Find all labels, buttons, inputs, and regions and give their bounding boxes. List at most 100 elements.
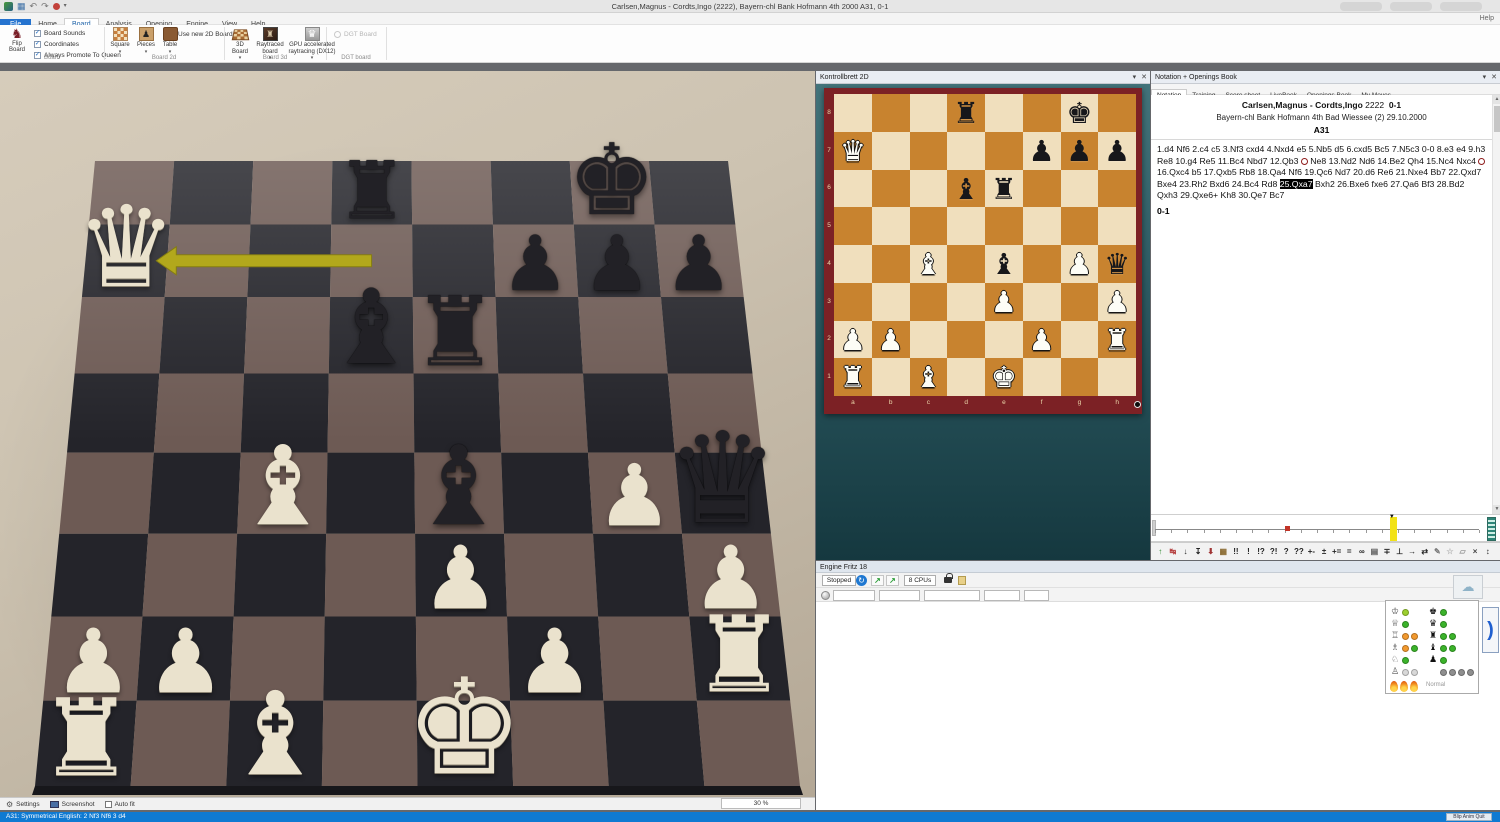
- engine-input-2[interactable]: [879, 590, 920, 601]
- square-g3[interactable]: [1061, 283, 1099, 321]
- move-27.Qa6[interactable]: 27.Qa6: [1390, 179, 1419, 189]
- square-d2[interactable]: [947, 321, 985, 359]
- square-f1[interactable]: [1023, 358, 1061, 396]
- square-g5[interactable]: [1061, 207, 1099, 245]
- annotation-symbol-=[interactable]: =: [1343, 547, 1356, 556]
- annotation-symbol-?![interactable]: ?!: [1267, 547, 1280, 556]
- annotation-symbol-+=[interactable]: +=: [1330, 547, 1343, 556]
- move-14.Be2[interactable]: 14.Be2: [1377, 156, 1405, 166]
- move-24.Bc4[interactable]: 24.Bc4: [1232, 179, 1259, 189]
- toolbar-item-settings[interactable]: ⚙Settings: [6, 800, 40, 809]
- square-h3[interactable]: [1098, 283, 1136, 321]
- move-Nxc4[interactable]: Nxc4: [1456, 156, 1476, 166]
- move-26.Bxe6[interactable]: 26.Bxe6: [1337, 179, 1369, 189]
- notation-content[interactable]: Carlsen,Magnus - Cordts,Ingo 2222 0-1 Ba…: [1151, 95, 1492, 514]
- square-a2[interactable]: [834, 321, 872, 359]
- move-Nf6[interactable]: Nf6: [1288, 167, 1302, 177]
- annotation-symbol-??[interactable]: ??: [1293, 547, 1306, 556]
- lock-icon[interactable]: [944, 577, 952, 583]
- annotation-symbol-↓[interactable]: ↓: [1179, 547, 1192, 556]
- square-h7[interactable]: [1098, 132, 1136, 170]
- move-1.d4[interactable]: 1.d4: [1157, 144, 1174, 154]
- move-18.Qa4[interactable]: 18.Qa4: [1258, 167, 1287, 177]
- engine-input-1[interactable]: [833, 590, 875, 601]
- square-b7[interactable]: [872, 132, 910, 170]
- move-7.N5c3[interactable]: 7.N5c3: [1392, 144, 1420, 154]
- square-g8[interactable]: [1061, 94, 1099, 132]
- annotation-symbol-+-[interactable]: +-: [1305, 547, 1318, 556]
- move-Re5[interactable]: Re5: [1200, 156, 1216, 166]
- engine-state-button[interactable]: Stopped: [822, 575, 856, 586]
- annotation-symbol-↕[interactable]: ↕: [1481, 547, 1494, 556]
- square-b6[interactable]: [872, 170, 910, 208]
- dropdown-3d-board[interactable]: 3D Board▾: [228, 27, 252, 61]
- square-d3[interactable]: [947, 283, 985, 321]
- annotation-symbol-⇄[interactable]: ⇄: [1418, 547, 1431, 556]
- annotation-symbol-±[interactable]: ±: [1318, 547, 1331, 556]
- square-g7[interactable]: [1061, 132, 1099, 170]
- annotation-symbol-☆[interactable]: ☆: [1444, 547, 1457, 556]
- square-c4[interactable]: [910, 245, 948, 283]
- square-e7[interactable]: [985, 132, 1023, 170]
- annotation-symbol-↧[interactable]: ↧: [1192, 547, 1205, 556]
- square-e4[interactable]: [985, 245, 1023, 283]
- dropdown-table[interactable]: Table▾: [158, 27, 182, 55]
- square-h1[interactable]: [1098, 358, 1136, 396]
- dropdown-pieces[interactable]: ♟Pieces▾: [134, 27, 158, 55]
- square-f7[interactable]: [1023, 132, 1061, 170]
- square-d4[interactable]: [947, 245, 985, 283]
- move-cxd4[interactable]: cxd4: [1246, 144, 1264, 154]
- move-8.e3[interactable]: 8.e3: [1437, 144, 1454, 154]
- move-Rd8[interactable]: Rd8: [1261, 179, 1277, 189]
- move-Re6[interactable]: Re6: [1377, 167, 1393, 177]
- undo-icon[interactable]: ↶: [30, 0, 38, 13]
- move-c5[interactable]: c5: [1211, 144, 1220, 154]
- move-e4[interactable]: e4: [1456, 144, 1466, 154]
- move-Bxd6[interactable]: Bxd6: [1210, 179, 1230, 189]
- board-zoom-value[interactable]: 30 %: [721, 798, 801, 809]
- move-21.Nxe4[interactable]: 21.Nxe4: [1396, 167, 1428, 177]
- square-c6[interactable]: [910, 170, 948, 208]
- move-Kh8[interactable]: Kh8: [1221, 190, 1236, 200]
- square-b1[interactable]: [872, 358, 910, 396]
- square-a4[interactable]: [834, 245, 872, 283]
- move-16.Qxc4[interactable]: 16.Qxc4: [1157, 167, 1189, 177]
- engine-extra-icon[interactable]: [958, 576, 966, 585]
- engine-input-5[interactable]: [1024, 590, 1049, 601]
- square-f8[interactable]: [1023, 94, 1061, 132]
- square-c8[interactable]: [910, 94, 948, 132]
- square-b4[interactable]: [872, 245, 910, 283]
- annotation-symbol-⬇[interactable]: ⬇: [1204, 547, 1217, 556]
- engine-input-3[interactable]: [924, 590, 980, 601]
- engine-analysis-icon-2[interactable]: ↗: [886, 575, 899, 586]
- square-e5[interactable]: [985, 207, 1023, 245]
- window-control-close[interactable]: [1440, 2, 1482, 11]
- move-Bf3[interactable]: Bf3: [1421, 179, 1434, 189]
- notation-scrollbar[interactable]: ▲ ▼: [1492, 95, 1500, 514]
- move-Rb8[interactable]: Rb8: [1239, 167, 1255, 177]
- scrollbar-thumb[interactable]: [1494, 106, 1500, 132]
- move-Qh4[interactable]: Qh4: [1407, 156, 1423, 166]
- annotation-symbol-→[interactable]: →: [1406, 547, 1419, 556]
- record-icon[interactable]: [53, 3, 60, 10]
- square-f2[interactable]: [1023, 321, 1061, 359]
- square-d6[interactable]: [947, 170, 985, 208]
- move-d5[interactable]: d5: [1334, 144, 1344, 154]
- annotation-symbol-![interactable]: !: [1242, 547, 1255, 556]
- square-f3[interactable]: [1023, 283, 1061, 321]
- square-a1[interactable]: [834, 358, 872, 396]
- annotation-symbol-!?[interactable]: !?: [1255, 547, 1268, 556]
- square-g6[interactable]: [1061, 170, 1099, 208]
- engine-restart-icon[interactable]: ↻: [856, 575, 867, 586]
- annotation-symbol-▱[interactable]: ▱: [1456, 547, 1469, 556]
- annotation-symbol-!![interactable]: !!: [1230, 547, 1243, 556]
- dgt-board-item[interactable]: DGT Board: [334, 31, 377, 38]
- window-control-minimize[interactable]: [1340, 2, 1382, 11]
- move-Ne8[interactable]: Ne8: [1310, 156, 1326, 166]
- dropdown-gpu-accelerated-raytracing-dx12-[interactable]: ♛GPU accelerated raytracing (DX12)▾: [288, 27, 336, 61]
- cloud-engine-button[interactable]: ☁: [1453, 575, 1483, 599]
- move-list[interactable]: 1.d4 Nf6 2.c4 c5 3.Nf3 cxd4 4.Nxd4 e5 5.…: [1151, 140, 1492, 206]
- status-bar-button[interactable]: Blip Anim Quit: [1446, 813, 1492, 821]
- flip-board-button[interactable]: ♞ Flip Board: [4, 27, 30, 53]
- square-h8[interactable]: [1098, 94, 1136, 132]
